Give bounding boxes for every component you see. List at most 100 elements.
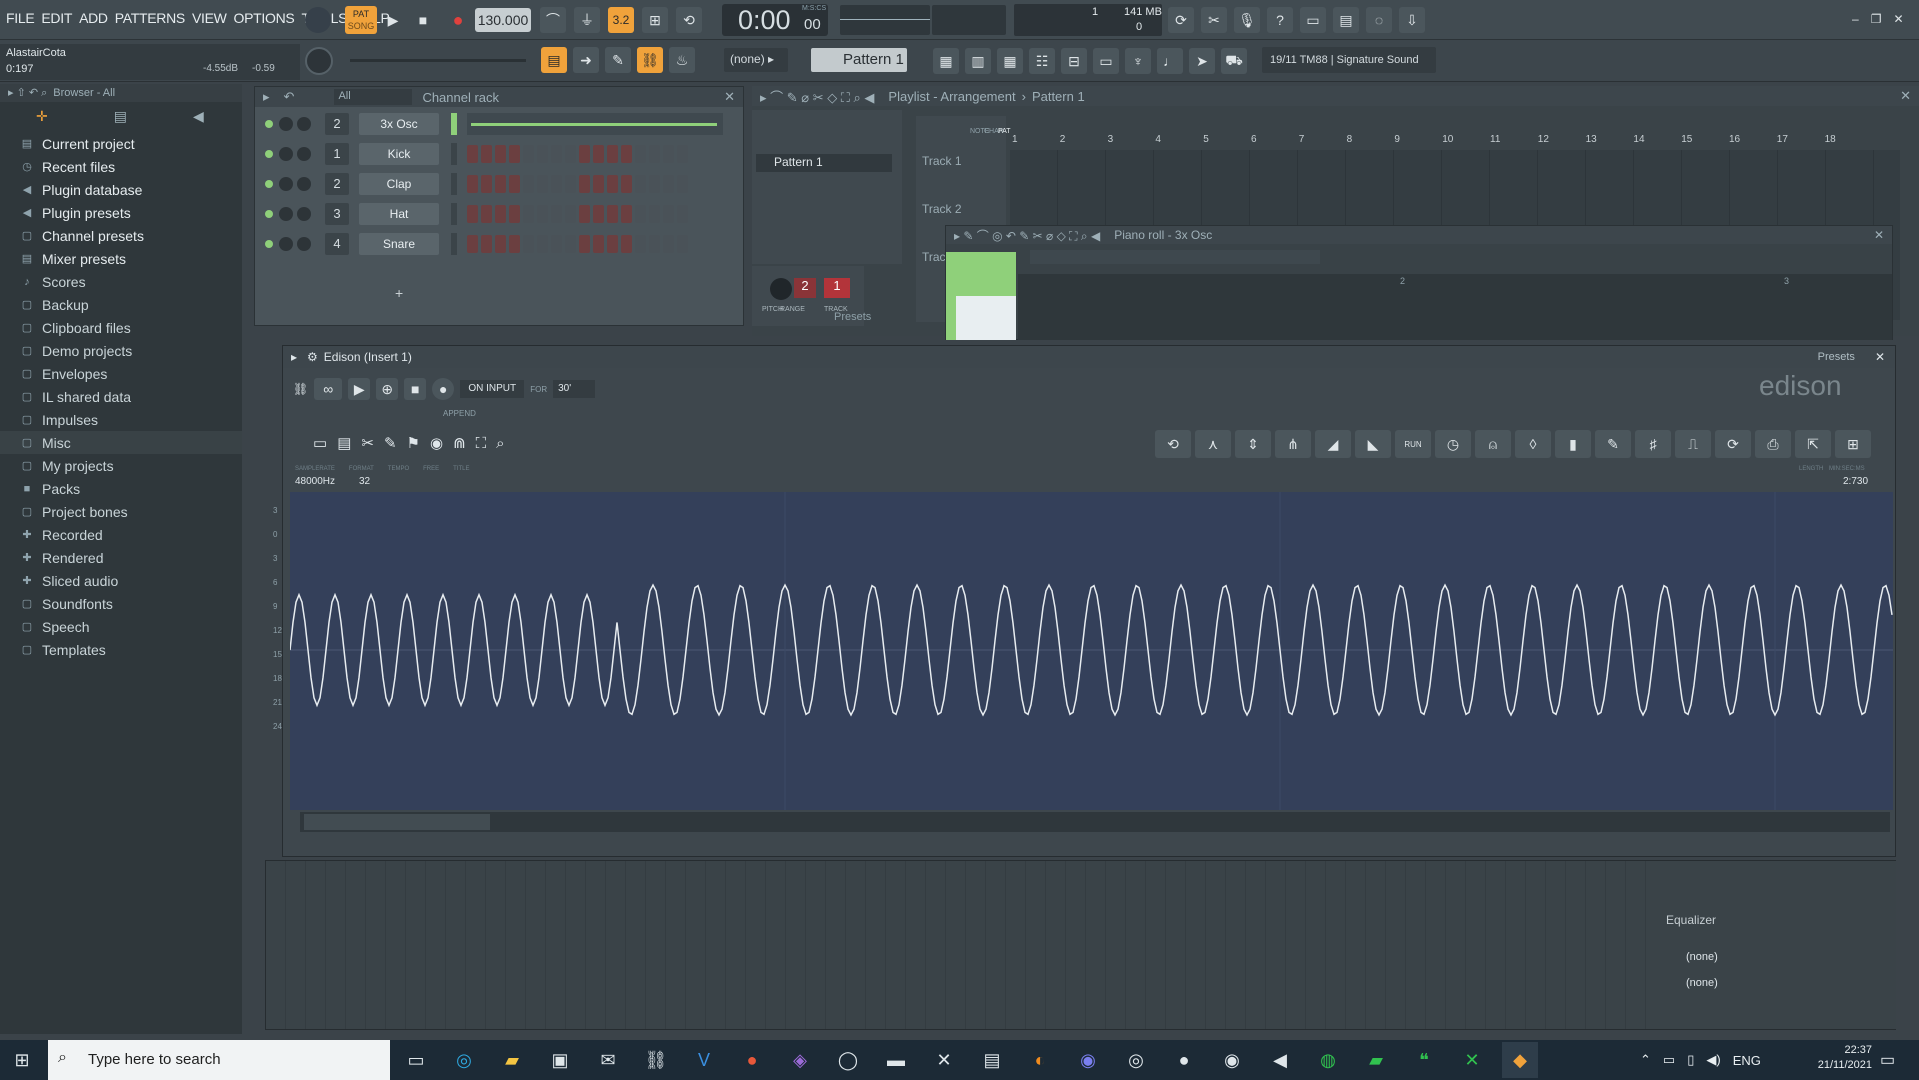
- step-button[interactable]: [537, 145, 548, 163]
- gear-icon[interactable]: ⚙: [307, 350, 318, 364]
- run-button[interactable]: RUN: [1395, 430, 1431, 458]
- edge-icon[interactable]: ◎: [446, 1042, 482, 1078]
- step-button[interactable]: [565, 235, 576, 253]
- browser-item[interactable]: ✚ Sliced audio: [0, 569, 242, 592]
- step-button[interactable]: [649, 145, 660, 163]
- step-button[interactable]: [621, 205, 632, 223]
- countdown-button[interactable]: 3.2: [608, 7, 634, 33]
- channel-led[interactable]: [265, 240, 273, 248]
- wrench-icon[interactable]: ✎: [384, 434, 397, 452]
- visual-studio-icon[interactable]: ◈: [782, 1042, 818, 1078]
- xbox-icon[interactable]: ✕: [1454, 1042, 1490, 1078]
- channel-select[interactable]: [451, 173, 457, 195]
- edison-menu-grid-icon[interactable]: ⊞: [1835, 430, 1871, 458]
- edison-target-icon[interactable]: ⊕: [376, 378, 399, 400]
- whatsapp-icon[interactable]: ◍: [1310, 1042, 1346, 1078]
- playlist-menu-icon[interactable]: ▸ ⌒ ✎ ⌀ ✂ ◇ ⛶ ⌕ ◀: [760, 87, 874, 106]
- pattern-selector[interactable]: Pattern 1: [811, 48, 907, 72]
- drag-icon[interactable]: ⇱: [1795, 430, 1831, 458]
- minimize-icon[interactable]: –: [1852, 12, 1859, 26]
- eye-icon[interactable]: ◉: [430, 434, 443, 452]
- record-button[interactable]: ●: [445, 7, 471, 33]
- obs-icon[interactable]: ◎: [1118, 1042, 1154, 1078]
- loop-record-icon[interactable]: ⟲: [676, 7, 702, 33]
- step-button[interactable]: [663, 175, 674, 193]
- channel-led[interactable]: [265, 210, 273, 218]
- browser-item[interactable]: ◀ Plugin database: [0, 178, 242, 201]
- step-button[interactable]: [593, 235, 604, 253]
- channel-led[interactable]: [265, 180, 273, 188]
- edison-link-icon[interactable]: ⛓: [293, 382, 308, 396]
- step-button[interactable]: [677, 175, 688, 193]
- append-checkbox[interactable]: APPEND: [443, 409, 476, 418]
- browser-item[interactable]: ✚ Rendered: [0, 546, 242, 569]
- tray-volume-icon[interactable]: ◀): [1706, 1052, 1720, 1068]
- browser-item[interactable]: ▢ Impulses: [0, 408, 242, 431]
- browser-item[interactable]: ▢ Project bones: [0, 500, 242, 523]
- browser-icon[interactable]: ⊟: [1061, 48, 1087, 74]
- file-explorer-icon[interactable]: ▰: [494, 1042, 530, 1078]
- magnet-icon[interactable]: ⋒: [453, 434, 466, 452]
- channel-name-button[interactable]: Hat: [359, 203, 439, 225]
- browser-menu-icon[interactable]: ▸ ⇧ ↶ ⌕: [8, 86, 47, 100]
- loop-icon[interactable]: ∞: [314, 378, 343, 400]
- tempo-tapper-icon[interactable]: ♩: [1157, 48, 1183, 74]
- play-button[interactable]: ▶: [380, 7, 406, 33]
- step-button[interactable]: [607, 175, 618, 193]
- channel-pan-knob[interactable]: [279, 237, 293, 251]
- browser-item[interactable]: ■ Packs: [0, 477, 242, 500]
- shop-icon[interactable]: ⛟: [1221, 48, 1247, 74]
- wait-icon[interactable]: ⏚: [574, 7, 600, 33]
- language-indicator[interactable]: ENG: [1733, 1053, 1761, 1068]
- step-button[interactable]: [467, 235, 478, 253]
- channel-piano-roll-preview[interactable]: [467, 113, 723, 135]
- step-button[interactable]: [565, 145, 576, 163]
- tray-chevron-icon[interactable]: ⌃: [1640, 1052, 1651, 1068]
- start-icon[interactable]: ⊞: [4, 1042, 40, 1078]
- macro-icon[interactable]: ➤: [1189, 48, 1215, 74]
- step-button[interactable]: [635, 205, 646, 223]
- step-button[interactable]: [551, 235, 562, 253]
- step-button[interactable]: [621, 145, 632, 163]
- step-button[interactable]: [467, 145, 478, 163]
- step-button[interactable]: [551, 145, 562, 163]
- normalize-icon[interactable]: ⇕: [1235, 430, 1271, 458]
- note-grid[interactable]: 2 3: [1018, 274, 1892, 340]
- rack-close-icon[interactable]: ✕: [724, 89, 735, 105]
- zoom-icon[interactable]: ⌕: [496, 435, 504, 452]
- step-button[interactable]: [677, 145, 688, 163]
- piano-roll-close-icon[interactable]: ✕: [1874, 228, 1884, 242]
- menu-file[interactable]: FILE: [6, 10, 35, 26]
- step-button[interactable]: [481, 205, 492, 223]
- rack-menu-icon[interactable]: ▸: [263, 89, 270, 105]
- slice-icon[interactable]: ⎍: [1675, 430, 1711, 458]
- step-button[interactable]: [593, 205, 604, 223]
- step-button[interactable]: [481, 145, 492, 163]
- step-button[interactable]: [579, 145, 590, 163]
- chat-app-icon[interactable]: ▰: [1358, 1042, 1394, 1078]
- step-button[interactable]: [579, 205, 590, 223]
- step-button[interactable]: [537, 205, 548, 223]
- step-button[interactable]: [565, 175, 576, 193]
- channel-led[interactable]: [265, 150, 273, 158]
- edison-record-button[interactable]: ●: [432, 378, 455, 400]
- step-button[interactable]: [509, 145, 520, 163]
- channel-mixer-track[interactable]: 3: [325, 203, 349, 225]
- microphone-icon[interactable]: 🎙: [1234, 7, 1260, 33]
- step-button[interactable]: [509, 205, 520, 223]
- taskbar-search[interactable]: Type here to search: [48, 1040, 390, 1080]
- help-icon[interactable]: ?: [1267, 7, 1293, 33]
- piano-keys[interactable]: [956, 296, 1016, 340]
- menu-patterns[interactable]: PATTERNS: [115, 10, 186, 26]
- step-button[interactable]: [677, 235, 688, 253]
- notifications-icon[interactable]: ▭: [1880, 1050, 1895, 1070]
- loop-tool-icon[interactable]: ⟳: [1715, 430, 1751, 458]
- browser-item[interactable]: ▤ Current project: [0, 132, 242, 155]
- step-button[interactable]: [495, 235, 506, 253]
- channel-mixer-track[interactable]: 4: [325, 233, 349, 255]
- channel-volume-knob[interactable]: [297, 177, 311, 191]
- pattern-select[interactable]: (none) ▸: [724, 48, 788, 72]
- edison-stop-button[interactable]: ■: [404, 378, 427, 400]
- blender-icon[interactable]: ◐: [1022, 1042, 1058, 1078]
- stop-button[interactable]: ■: [410, 7, 436, 33]
